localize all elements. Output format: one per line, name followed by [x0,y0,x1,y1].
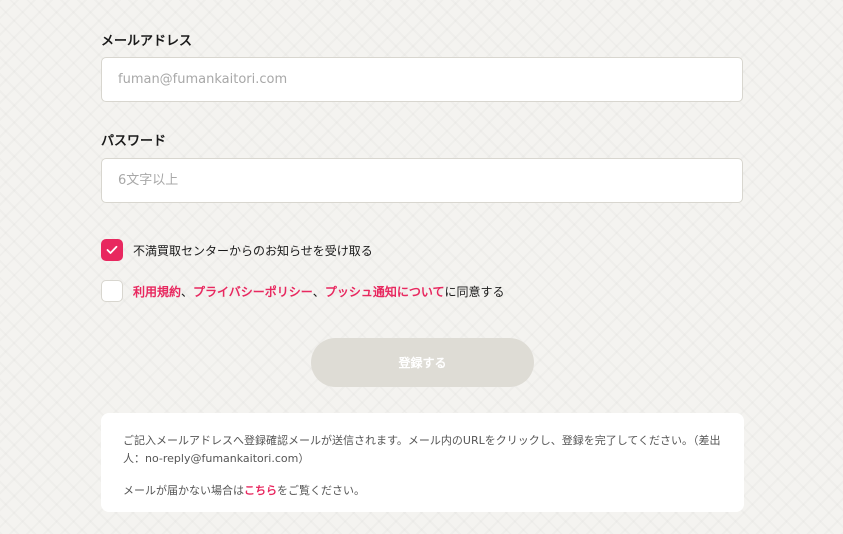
terms-label: 利用規約、プライバシーポリシー、プッシュ通知についてに同意する [133,283,504,300]
checkmark-icon [106,245,118,254]
newsletter-checkbox[interactable] [101,239,123,261]
newsletter-label: 不満買取センターからのお知らせを受け取る [133,243,373,258]
password-label: パスワード [101,134,167,149]
privacy-policy-link[interactable]: プライバシーポリシー [193,285,313,299]
email-label: メールアドレス [101,34,193,49]
terms-of-service-link[interactable]: 利用規約 [133,285,181,299]
terms-checkbox[interactable] [101,280,123,302]
push-notification-link[interactable]: プッシュ通知について [325,285,445,299]
notice-help-suffix: をご覧ください。 [277,484,365,497]
terms-separator: 、 [312,284,325,299]
notice-confirmation-text: ご記入メールアドレスへ登録確認メールが送信されます。メール内のURLをクリックし… [123,434,721,465]
terms-checkbox-row[interactable]: 利用規約、プライバシーポリシー、プッシュ通知についてに同意する [101,280,504,302]
register-button[interactable]: 登録する [311,338,534,387]
help-here-link[interactable]: こちら [244,484,277,497]
password-input[interactable] [101,158,743,203]
notice-help-prefix: メールが届かない場合は [123,484,244,497]
terms-agree-suffix: に同意する [444,284,505,299]
terms-separator: 、 [181,284,194,299]
notice-box: ご記入メールアドレスへ登録確認メールが送信されます。メール内のURLをクリックし… [101,413,744,512]
email-input[interactable] [101,57,743,102]
notice-help-text: メールが届かない場合はこちらをご覧ください。 [123,482,722,500]
newsletter-checkbox-row[interactable]: 不満買取センターからのお知らせを受け取る [101,239,373,261]
